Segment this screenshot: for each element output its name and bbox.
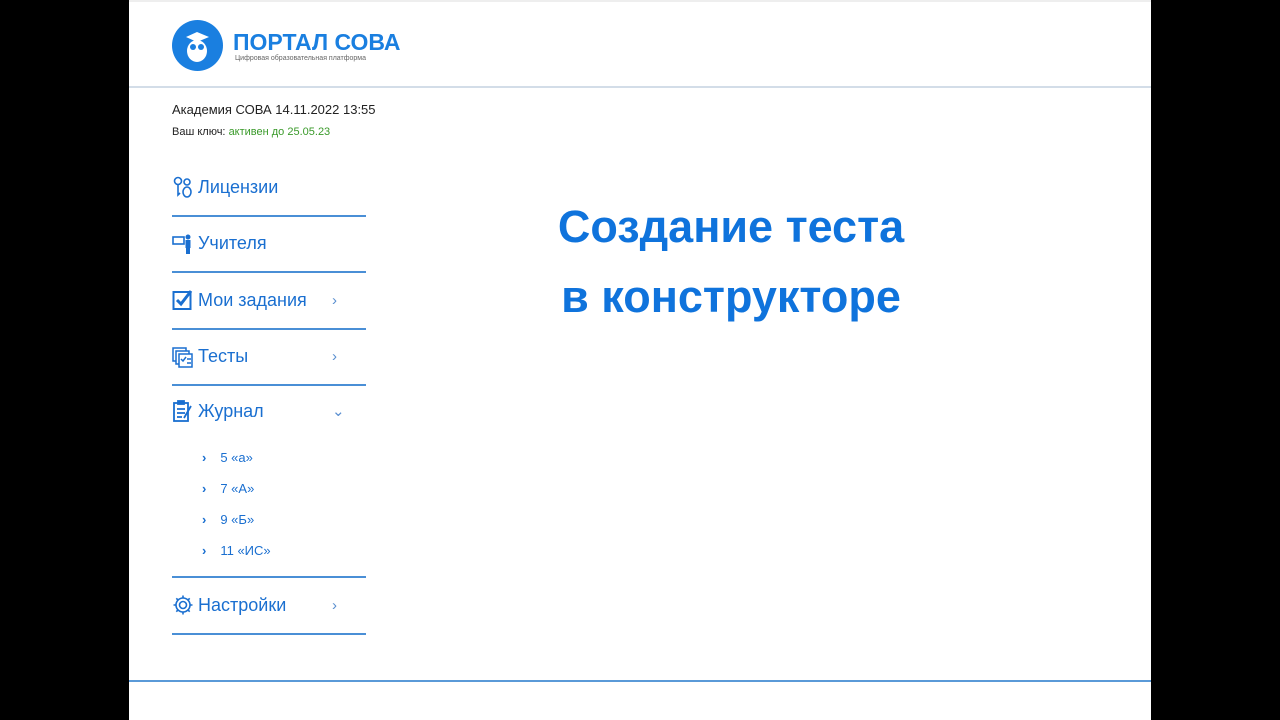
- nav-label: Тесты: [198, 346, 249, 367]
- nav-item-settings[interactable]: Настройки ›: [172, 578, 366, 635]
- org-datetime: Академия СОВА 14.11.2022 13:55: [172, 102, 376, 117]
- class-label: 9 «Б»: [220, 512, 255, 527]
- tests-icon: [172, 346, 194, 368]
- keys-icon: [172, 176, 194, 199]
- nav-label: Лицензии: [198, 176, 279, 197]
- nav-item-journal[interactable]: Журнал ⌄: [172, 386, 366, 436]
- nav-item-tests[interactable]: Тесты ›: [172, 330, 366, 386]
- teacher-icon: [172, 233, 194, 255]
- key-label: Ваш ключ:: [172, 126, 226, 138]
- nav-item-licenses[interactable]: Лицензии: [172, 160, 366, 217]
- journal-classes: › 5 «а» › 7 «А» › 9 «Б» › 11 «ИС»: [172, 436, 366, 578]
- nav-label: Учителя: [198, 233, 267, 254]
- chevron-right-icon[interactable]: ›: [332, 597, 337, 614]
- journal-class-item[interactable]: › 9 «Б»: [202, 504, 366, 535]
- chevron-right-icon: ›: [202, 450, 207, 465]
- title-line: в конструкторе: [561, 271, 901, 322]
- chevron-down-icon[interactable]: ⌄: [332, 402, 345, 420]
- title-line: Создание теста: [557, 201, 905, 252]
- nav-label: Журнал: [198, 400, 264, 421]
- slide: ПОРТАЛ СОВА Цифровая образовательная пла…: [129, 0, 1151, 720]
- nav-label: Мои задания: [198, 289, 307, 310]
- brand-tagline: Цифровая образовательная платформа: [235, 55, 367, 62]
- brand-name[interactable]: ПОРТАЛ СОВА: [233, 29, 400, 56]
- footer-divider: [129, 680, 1151, 682]
- owl-logo-icon[interactable]: [172, 20, 223, 71]
- key-status: активен до 25.05.23: [228, 126, 331, 138]
- journal-icon: [172, 400, 194, 422]
- nav-label: Настройки: [198, 594, 287, 615]
- class-label: 5 «а»: [220, 450, 253, 465]
- chevron-right-icon[interactable]: ›: [332, 292, 337, 309]
- nav-item-teachers[interactable]: Учителя: [172, 217, 366, 273]
- sidebar-nav: Лицензии Учителя Мои задания › Тесты › Ж…: [172, 160, 366, 635]
- chevron-right-icon[interactable]: ›: [332, 348, 337, 365]
- class-label: 11 «ИС»: [220, 543, 271, 558]
- main-title: Создание теста в конструкторе: [509, 192, 953, 332]
- header-divider: [129, 86, 1151, 88]
- checkbox-icon: [172, 289, 194, 311]
- chevron-right-icon: ›: [202, 543, 207, 558]
- chevron-right-icon: ›: [202, 512, 207, 527]
- class-label: 7 «А»: [220, 481, 255, 496]
- gear-icon: [172, 594, 194, 616]
- journal-class-item[interactable]: › 7 «А»: [202, 473, 366, 504]
- license-key-status: Ваш ключ: активен до 25.05.23: [172, 126, 330, 138]
- chevron-right-icon: ›: [202, 481, 207, 496]
- nav-item-my-tasks[interactable]: Мои задания ›: [172, 273, 366, 330]
- journal-class-item[interactable]: › 11 «ИС»: [202, 535, 366, 566]
- journal-class-item[interactable]: › 5 «а»: [202, 442, 366, 473]
